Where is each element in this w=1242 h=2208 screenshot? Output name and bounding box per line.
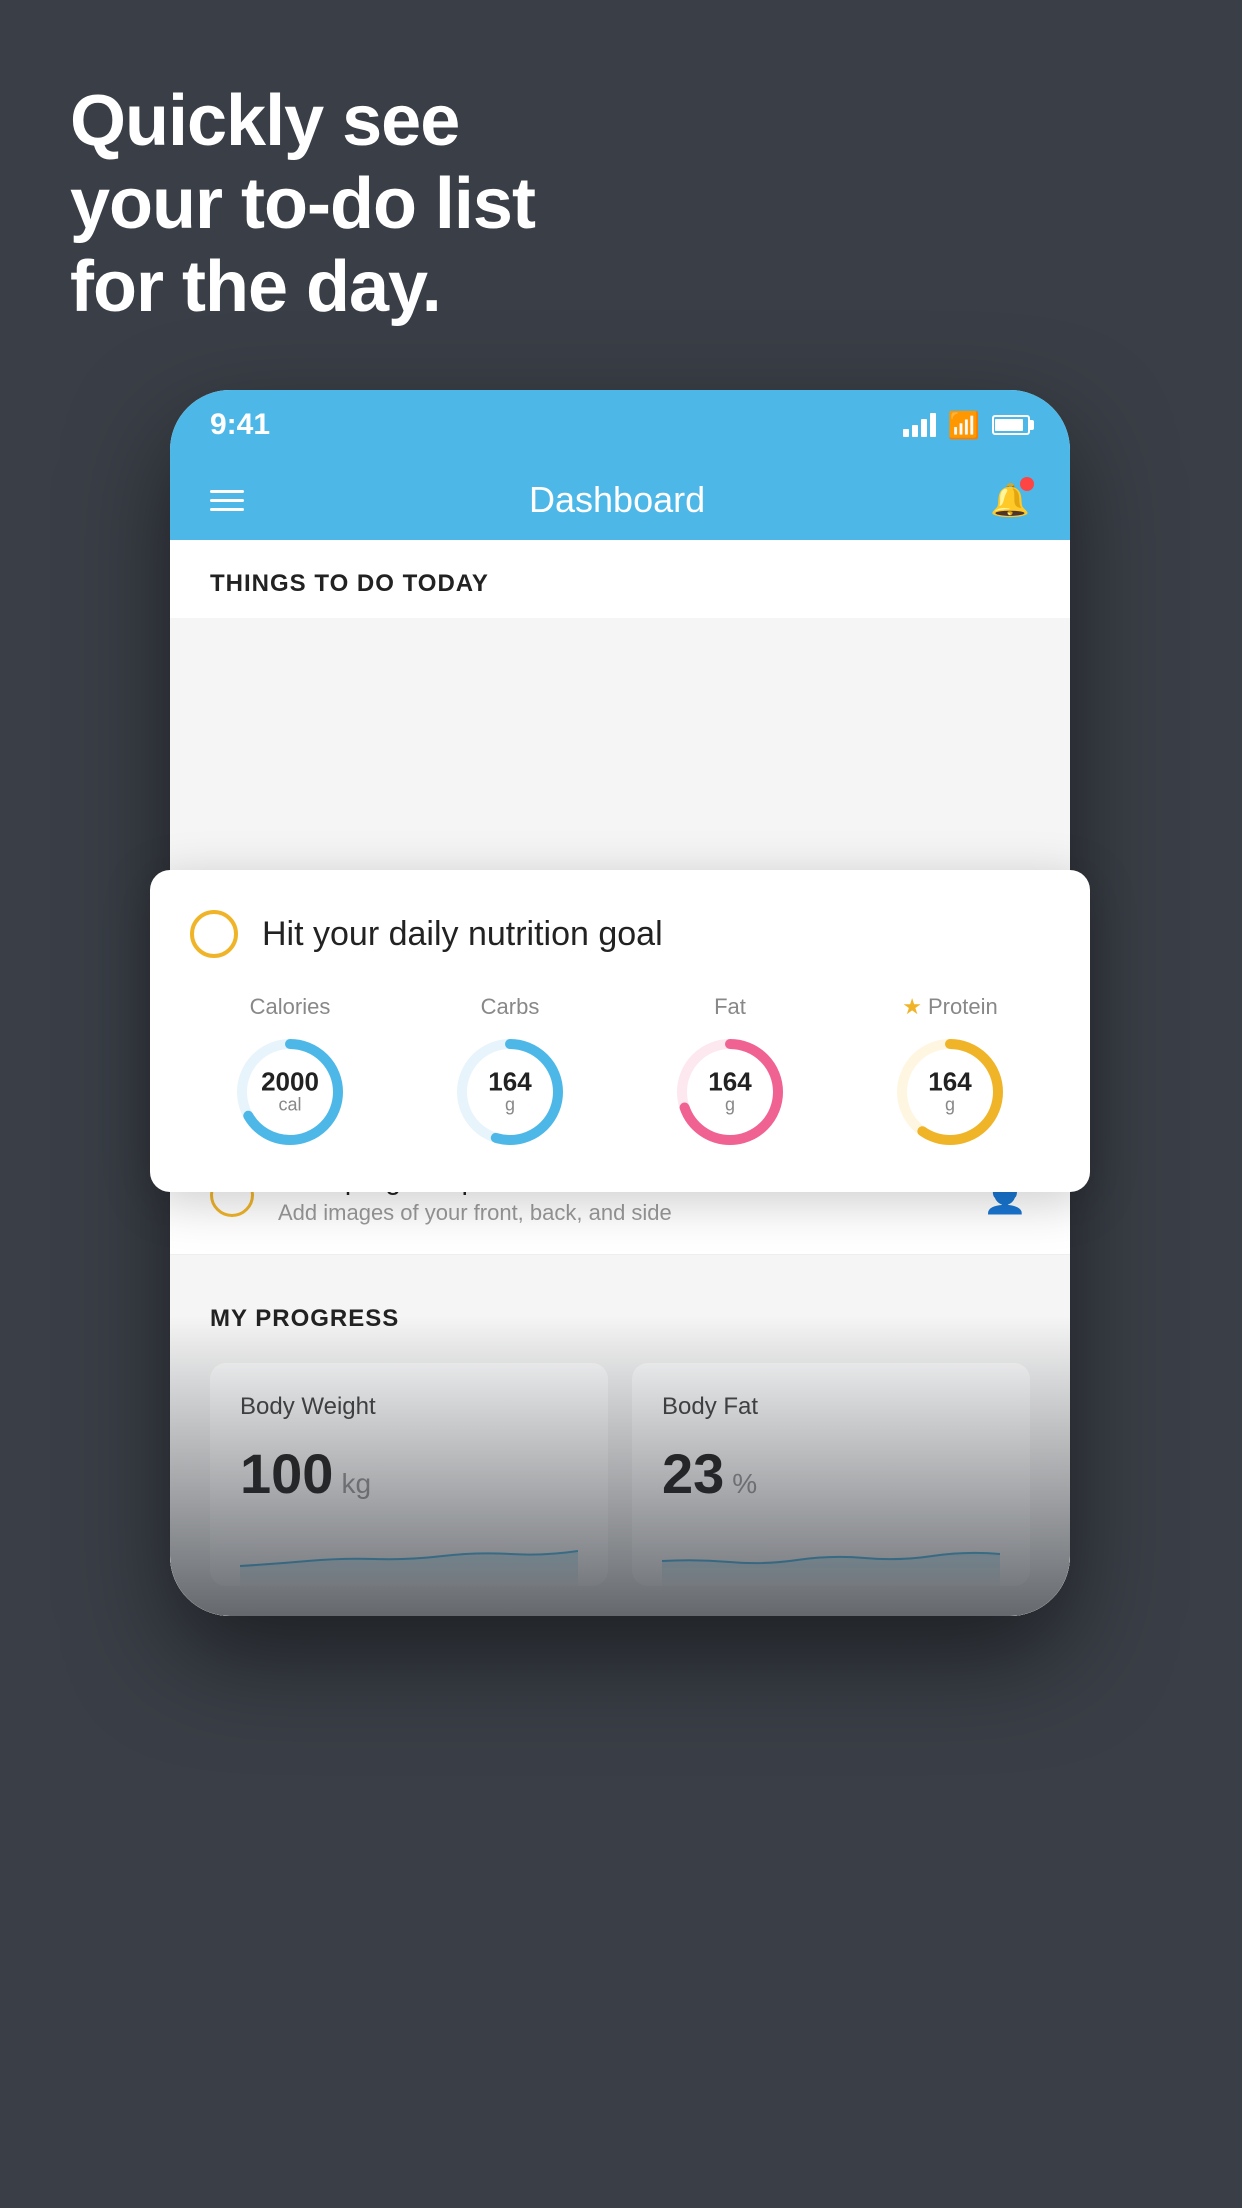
bottom-overlay bbox=[170, 1316, 1070, 1616]
calories-label: Calories bbox=[250, 994, 331, 1020]
fat-donut: 164 g bbox=[670, 1032, 790, 1152]
carbs-donut: 164 g bbox=[450, 1032, 570, 1152]
status-icons: 📶 bbox=[903, 410, 1030, 441]
things-to-do-header: THINGS TO DO TODAY bbox=[170, 540, 1070, 618]
wifi-icon: 📶 bbox=[948, 410, 980, 441]
hero-text: Quickly see your to-do list for the day. bbox=[70, 80, 535, 328]
todo-subtitle-photos: Add images of your front, back, and side bbox=[278, 1200, 956, 1226]
menu-icon[interactable] bbox=[210, 490, 244, 511]
fat-value-text: 164 g bbox=[708, 1069, 751, 1116]
fat-label: Fat bbox=[714, 994, 746, 1020]
nutrition-carbs: Carbs 164 g bbox=[450, 994, 570, 1152]
status-bar: 9:41 📶 bbox=[170, 390, 1070, 460]
nutrition-card-title: Hit your daily nutrition goal bbox=[262, 915, 663, 954]
nutrition-check-circle[interactable] bbox=[190, 910, 238, 958]
protein-value-text: 164 g bbox=[928, 1069, 971, 1116]
app-header: Dashboard 🔔 bbox=[170, 460, 1070, 540]
status-time: 9:41 bbox=[210, 408, 270, 442]
protein-label: ★ Protein bbox=[902, 994, 997, 1020]
protein-donut: 164 g bbox=[890, 1032, 1010, 1152]
star-icon: ★ bbox=[902, 994, 922, 1020]
carbs-value-text: 164 g bbox=[488, 1069, 531, 1116]
nutrition-circles: Calories 2000 cal Carbs bbox=[190, 994, 1050, 1152]
nutrition-protein: ★ Protein 164 g bbox=[890, 994, 1010, 1152]
phone-mockup: 9:41 📶 Dashboard 🔔 bbox=[170, 390, 1070, 2140]
battery-icon bbox=[992, 415, 1030, 435]
signal-icon bbox=[903, 413, 936, 437]
nutrition-calories: Calories 2000 cal bbox=[230, 994, 350, 1152]
calories-value-text: 2000 cal bbox=[261, 1069, 319, 1116]
carbs-label: Carbs bbox=[481, 994, 540, 1020]
calories-donut: 2000 cal bbox=[230, 1032, 350, 1152]
nutrition-card[interactable]: Hit your daily nutrition goal Calories 2… bbox=[150, 870, 1090, 1192]
notification-bell[interactable]: 🔔 bbox=[990, 481, 1030, 519]
nutrition-fat: Fat 164 g bbox=[670, 994, 790, 1152]
nutrition-card-header: Hit your daily nutrition goal bbox=[190, 910, 1050, 958]
notification-dot bbox=[1020, 477, 1034, 491]
things-title: THINGS TO DO TODAY bbox=[210, 570, 489, 597]
header-title: Dashboard bbox=[529, 479, 705, 521]
